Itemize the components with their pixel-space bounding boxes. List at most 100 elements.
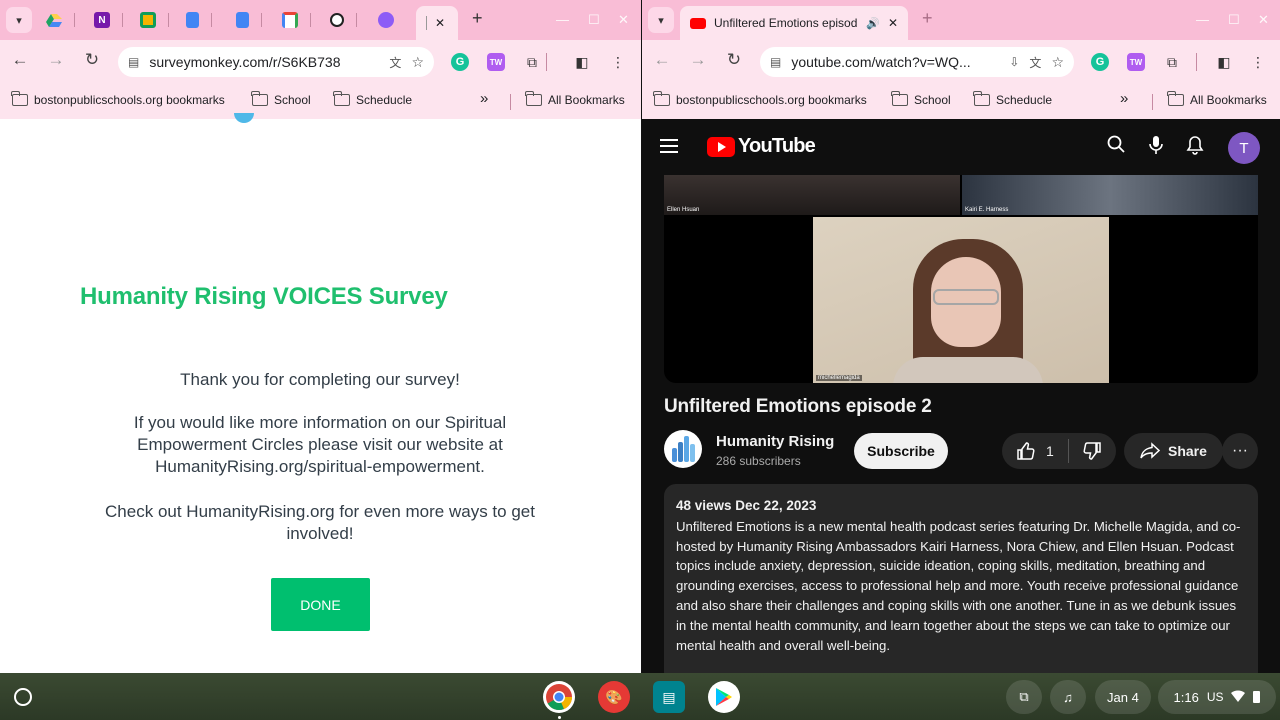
calendar-date-button[interactable]: Jan 4: [1095, 680, 1151, 714]
tote-holding-space-icon[interactable]: ⧉: [1006, 680, 1042, 714]
notifications-bell-icon[interactable]: [1183, 135, 1207, 160]
extensions-puzzle-icon[interactable]: ⧉: [522, 52, 542, 72]
address-bar[interactable]: ▤ surveymonkey.com/r/S6KB738 文 ☆: [118, 47, 434, 77]
maximize-icon[interactable]: ☐: [588, 12, 600, 28]
survey-logo-fragment: [234, 113, 254, 123]
bookmark-folder-scheducle[interactable]: Scheducle: [333, 91, 412, 107]
grammarly-icon[interactable]: G: [450, 52, 470, 72]
new-tab-button[interactable]: +: [922, 8, 933, 29]
maximize-icon[interactable]: ☐: [1228, 12, 1240, 28]
clock-time: 1:16: [1173, 689, 1199, 705]
back-arrow-icon[interactable]: ←: [8, 50, 32, 70]
tab-youtube-active[interactable]: Unfiltered Emotions episod 🔊 ✕: [680, 6, 908, 40]
tab-search-button[interactable]: ▾: [6, 7, 32, 33]
install-app-icon[interactable]: ⇩: [1009, 55, 1019, 69]
tab-classroom[interactable]: [140, 8, 180, 32]
bookmark-folder-bps[interactable]: bostonpublicschools.org bookmarks: [653, 91, 867, 107]
microphone-icon[interactable]: [1144, 135, 1168, 160]
minimize-icon[interactable]: —: [1196, 12, 1209, 27]
youtube-logo[interactable]: YouTube: [707, 135, 816, 158]
dislike-button[interactable]: [1068, 433, 1116, 469]
channel-name[interactable]: Humanity Rising: [716, 433, 834, 450]
minimize-icon[interactable]: —: [556, 12, 569, 27]
close-window-icon[interactable]: ✕: [1258, 12, 1269, 28]
video-player[interactable]: Ellen Hsuan Kairi E. Harness michellemag…: [664, 175, 1258, 383]
side-panel-icon[interactable]: ◧: [1214, 52, 1234, 72]
media-controls-icon[interactable]: ♫: [1050, 680, 1086, 714]
forward-arrow-icon[interactable]: →: [44, 50, 68, 70]
share-button[interactable]: Share: [1124, 433, 1223, 469]
bookmark-folder-scheducle[interactable]: Scheducle: [973, 91, 1052, 107]
video-description[interactable]: 48 views Dec 22, 2023 Unfiltered Emotion…: [664, 484, 1258, 673]
youtube-play-icon: [707, 136, 735, 157]
toolbar: ← → ↻ ▤ surveymonkey.com/r/S6KB738 文 ☆ G…: [0, 40, 641, 84]
tab-extension[interactable]: [378, 8, 418, 32]
extension-icon[interactable]: TW: [1126, 52, 1146, 72]
tab-close-icon[interactable]: ✕: [888, 16, 898, 30]
bookmark-folder-school[interactable]: School: [251, 91, 311, 107]
bookmarks-overflow-button[interactable]: »: [1120, 90, 1128, 107]
input-locale: US: [1206, 690, 1224, 704]
tab-surveymonkey-active[interactable]: ✕: [416, 6, 458, 40]
more-actions-button[interactable]: ···: [1222, 433, 1258, 469]
translate-icon[interactable]: 文: [389, 54, 401, 71]
launcher-icon[interactable]: [6, 680, 40, 714]
video-tile: Ellen Hsuan: [664, 175, 960, 215]
bookmark-star-icon[interactable]: ☆: [1051, 54, 1064, 71]
toolbar: ← → ↻ ▤ youtube.com/watch?v=WQ... ⇩ 文 ☆ …: [642, 40, 1280, 84]
bookmark-folder-bps[interactable]: bostonpublicschools.org bookmarks: [11, 91, 225, 107]
tab-search-button[interactable]: ▾: [648, 7, 674, 33]
tab-unknown[interactable]: [330, 8, 370, 32]
new-tab-button[interactable]: +: [472, 8, 483, 29]
subscribe-button[interactable]: Subscribe: [854, 433, 948, 469]
tab-onenote[interactable]: N: [94, 8, 134, 32]
youtube-browser-window: ▾ Unfiltered Emotions episod 🔊 ✕ + — ☐ ✕…: [642, 0, 1280, 673]
tab-drive[interactable]: [46, 8, 86, 32]
news-app-icon[interactable]: ▤: [653, 681, 685, 713]
play-store-app-icon[interactable]: [708, 681, 740, 713]
status-area-button[interactable]: 1:16 US: [1158, 680, 1276, 714]
account-avatar[interactable]: T: [1228, 132, 1260, 164]
tile-label: michellemagida: [816, 375, 862, 381]
chrome-app-icon[interactable]: [543, 681, 575, 713]
tab-audio-icon[interactable]: 🔊: [866, 17, 880, 30]
tab-docs-2[interactable]: [236, 8, 276, 32]
reload-icon[interactable]: ↻: [722, 50, 746, 70]
address-bar[interactable]: ▤ youtube.com/watch?v=WQ... ⇩ 文 ☆: [760, 47, 1074, 77]
menu-dots-icon[interactable]: ⋮: [1248, 52, 1268, 72]
bookmark-star-icon[interactable]: ☆: [411, 54, 424, 71]
paint-palette-app-icon[interactable]: 🎨: [598, 681, 630, 713]
side-panel-icon[interactable]: ◧: [572, 52, 592, 72]
circle-logo-icon: [330, 13, 344, 27]
site-info-icon[interactable]: ▤: [770, 55, 781, 69]
like-count: 1: [1046, 443, 1054, 459]
menu-dots-icon[interactable]: ⋮: [608, 52, 628, 72]
bookmark-folder-school[interactable]: School: [891, 91, 951, 107]
close-window-icon[interactable]: ✕: [618, 12, 629, 28]
menu-hamburger-icon[interactable]: [660, 139, 678, 153]
tab-close-icon[interactable]: ✕: [435, 16, 445, 30]
video-tile: Kairi E. Harness: [962, 175, 1258, 215]
thumbs-up-icon: [1017, 442, 1035, 460]
onenote-icon: N: [94, 12, 110, 28]
bookmarks-overflow-button[interactable]: »: [480, 90, 488, 107]
tab-docs-1[interactable]: [186, 8, 226, 32]
reload-icon[interactable]: ↻: [80, 50, 104, 70]
search-icon[interactable]: [1104, 135, 1128, 158]
all-bookmarks-button[interactable]: All Bookmarks: [525, 91, 625, 107]
video-tile-speaker: michellemagida: [813, 217, 1109, 383]
like-button[interactable]: 1: [1002, 433, 1068, 469]
grammarly-icon[interactable]: G: [1090, 52, 1110, 72]
channel-avatar[interactable]: [664, 430, 702, 468]
extensions-puzzle-icon[interactable]: ⧉: [1162, 52, 1182, 72]
all-bookmarks-button[interactable]: All Bookmarks: [1167, 91, 1267, 107]
tab-gmail[interactable]: [282, 8, 322, 32]
thank-you-text: Thank you for completing our survey!: [180, 370, 460, 389]
forward-arrow-icon[interactable]: →: [686, 50, 710, 70]
site-info-icon[interactable]: ▤: [128, 55, 139, 69]
gmail-icon: [282, 12, 298, 28]
translate-icon[interactable]: 文: [1029, 54, 1041, 71]
done-button[interactable]: DONE: [271, 578, 370, 631]
back-arrow-icon[interactable]: ←: [650, 50, 674, 70]
extension-icon[interactable]: TW: [486, 52, 506, 72]
